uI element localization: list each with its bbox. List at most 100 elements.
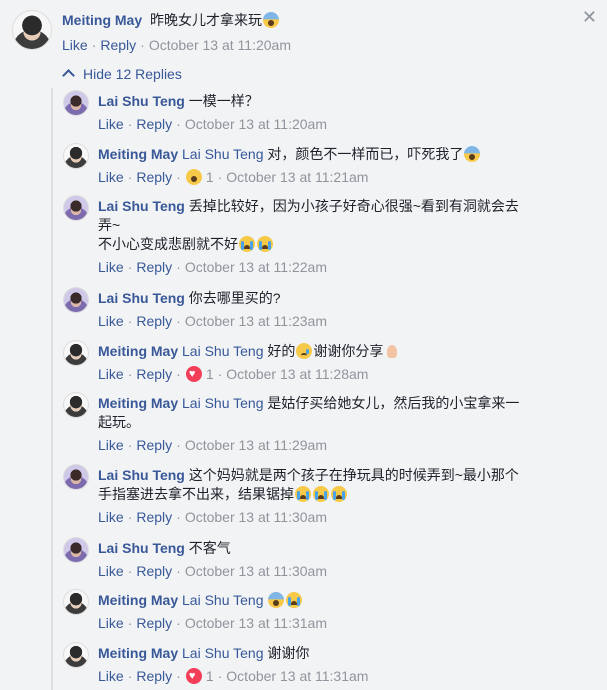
comment-actions: Like · Reply · October 13 at 11:30am <box>98 562 568 581</box>
reaction-count[interactable]: 1 <box>203 668 214 684</box>
comment-timestamp[interactable]: October 13 at 11:31am <box>226 668 368 684</box>
comment-line: 起玩。 <box>98 413 568 432</box>
avatar[interactable] <box>63 340 89 366</box>
reply-comment: Meiting May Lai Shu Teng Like · Reply · Octo… <box>98 591 568 633</box>
comment-actions: Like · Reply · October 13 at 11:23am <box>98 312 568 331</box>
reply-comment: Meiting May Lai Shu Teng 谢谢你Like·Reply·1… <box>98 644 568 686</box>
avatar[interactable] <box>12 10 52 50</box>
hide-replies-button[interactable]: Hide 12 Replies <box>62 66 182 82</box>
reply-comment: Lai Shu Teng 不客气 Like · Reply · October 13 at… <box>98 539 568 581</box>
separator: · <box>176 366 181 382</box>
mentioned-user-link[interactable]: Lai Shu Teng <box>178 343 264 359</box>
comment-text: 是姑仔买给她女儿，然后我的小宝拿来一 <box>267 395 520 411</box>
avatar[interactable] <box>63 464 89 490</box>
comment-text: 谢谢你分享 <box>313 343 384 359</box>
comment-actions: Like·Reply·1·October 13 at 11:28am <box>98 365 568 384</box>
mentioned-user-link[interactable]: Lai Shu Teng <box>178 645 264 661</box>
comment-body: Meiting May Lai Shu Teng 是姑仔买给她女儿，然后我的小宝… <box>98 394 568 432</box>
comment-timestamp[interactable]: October 13 at 11:30am <box>185 563 327 579</box>
comment-author[interactable]: Lai Shu Teng <box>98 467 185 483</box>
comment-author[interactable]: Lai Shu Teng <box>98 93 185 109</box>
avatar[interactable] <box>63 392 89 418</box>
separator: · <box>176 509 181 525</box>
reply-button[interactable]: Reply <box>136 509 172 525</box>
comment-timestamp[interactable]: October 13 at 11:20am <box>185 116 327 132</box>
avatar[interactable] <box>63 287 89 313</box>
like-button[interactable]: Like <box>98 366 124 382</box>
reply-button[interactable]: Reply <box>136 366 172 382</box>
comment-line: Meiting May Lai Shu Teng 是姑仔买给她女儿，然后我的小宝… <box>98 394 568 413</box>
reply-comment: Lai Shu Teng 这个妈妈就是两个孩子在挣玩具的时候弄到~最小那个 手指塞… <box>98 466 568 527</box>
mentioned-user-link[interactable]: Lai Shu Teng <box>178 146 264 162</box>
separator: · <box>127 366 133 382</box>
comment-timestamp[interactable]: October 13 at 11:28am <box>226 366 368 382</box>
like-button[interactable]: Like <box>98 615 124 631</box>
comment-timestamp[interactable]: October 13 at 11:22am <box>185 259 327 275</box>
wow-reaction-icon[interactable] <box>185 169 202 185</box>
reply-button[interactable]: Reply <box>136 259 172 275</box>
like-button[interactable]: Like <box>98 116 124 132</box>
reply-button[interactable]: Reply <box>136 563 172 579</box>
sob-emoji-icon <box>331 486 347 502</box>
reply-button[interactable]: Reply <box>136 668 172 684</box>
reaction-count[interactable]: 1 <box>203 366 214 382</box>
separator: · <box>127 259 133 275</box>
like-button[interactable]: Like <box>98 509 124 525</box>
cry-emoji-icon <box>296 343 313 359</box>
comment-author[interactable]: Meiting May <box>98 146 178 162</box>
top-comment: Meiting May 昨晚女儿才拿来玩 Like · Reply · October … <box>62 12 291 53</box>
comment-timestamp[interactable]: October 13 at 11:29am <box>185 437 327 453</box>
mentioned-user-link[interactable]: Lai Shu Teng <box>178 395 264 411</box>
comment-actions: Like·Reply·1·October 13 at 11:31am <box>98 667 568 686</box>
avatar[interactable] <box>63 90 89 116</box>
sob-emoji-icon <box>239 236 255 252</box>
sob-emoji-icon <box>286 592 303 608</box>
reply-button[interactable]: Reply <box>100 37 136 53</box>
heart-reaction-icon[interactable] <box>185 366 202 382</box>
heart-reaction-icon[interactable] <box>185 668 202 684</box>
avatar[interactable] <box>63 195 89 221</box>
mentioned-user-link[interactable]: Lai Shu Teng <box>178 592 264 608</box>
like-button[interactable]: Like <box>98 563 124 579</box>
comment-timestamp[interactable]: October 13 at 11:21am <box>226 169 368 185</box>
comment-timestamp[interactable]: October 13 at 11:31am <box>185 615 327 631</box>
reply-button[interactable]: Reply <box>136 615 172 631</box>
comment-line: Lai Shu Teng 你去哪里买的? <box>98 289 568 308</box>
reply-button[interactable]: Reply <box>136 169 172 185</box>
like-button[interactable]: Like <box>98 668 124 684</box>
comment-timestamp[interactable]: October 13 at 11:30am <box>185 509 327 525</box>
comment-body: Meiting May Lai Shu Teng <box>98 591 568 610</box>
comment-author[interactable]: Lai Shu Teng <box>98 198 185 214</box>
like-button[interactable]: Like <box>98 169 124 185</box>
separator: · <box>176 313 181 329</box>
like-button[interactable]: Like <box>98 313 124 329</box>
reply-button[interactable]: Reply <box>136 437 172 453</box>
comment-author[interactable]: Meiting May <box>98 592 178 608</box>
reaction-count[interactable]: 1 <box>203 169 214 185</box>
avatar[interactable] <box>63 143 89 169</box>
like-button[interactable]: Like <box>98 259 124 275</box>
comment-author[interactable]: Lai Shu Teng <box>98 290 185 306</box>
avatar[interactable] <box>63 589 89 615</box>
separator: · <box>176 668 181 684</box>
comment-timestamp[interactable]: October 13 at 11:20am <box>149 37 291 53</box>
comment-actions: Like · Reply · October 13 at 11:30am <box>98 508 568 527</box>
comment-author[interactable]: Lai Shu Teng <box>98 540 185 556</box>
comment-timestamp[interactable]: October 13 at 11:23am <box>185 313 327 329</box>
reply-button[interactable]: Reply <box>136 313 172 329</box>
comment-author[interactable]: Meiting May <box>98 343 178 359</box>
comment-author[interactable]: Meiting May <box>98 645 178 661</box>
comment-text: 不小心变成悲剧就不好 <box>98 236 238 252</box>
separator: · <box>176 116 181 132</box>
reply-button[interactable]: Reply <box>136 116 172 132</box>
separator: · <box>127 169 133 185</box>
avatar[interactable] <box>63 537 89 563</box>
comment-line: Meiting May Lai Shu Teng <box>98 591 568 610</box>
close-icon[interactable]: ✕ <box>582 8 597 26</box>
separator: · <box>217 366 223 382</box>
like-button[interactable]: Like <box>62 37 88 53</box>
comment-author[interactable]: Meiting May <box>98 395 178 411</box>
comment-author[interactable]: Meiting May <box>62 12 142 28</box>
avatar[interactable] <box>63 642 89 668</box>
like-button[interactable]: Like <box>98 437 124 453</box>
